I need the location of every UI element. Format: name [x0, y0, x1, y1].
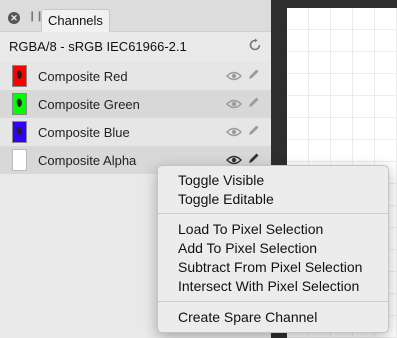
menu-item-load-to-pixel-selection[interactable]: Load To Pixel Selection — [178, 221, 323, 237]
channel-thumbnail — [12, 149, 27, 171]
pencil-icon[interactable] — [247, 68, 260, 81]
pencil-icon[interactable] — [247, 152, 260, 165]
channel-thumbnail — [12, 121, 27, 143]
channel-label: Composite Red — [38, 69, 128, 84]
eye-icon[interactable] — [226, 126, 242, 138]
channel-context-menu: Toggle Visible Toggle Editable Load To P… — [157, 165, 389, 333]
tab-channels[interactable]: Channels — [41, 9, 110, 32]
eye-icon[interactable] — [226, 70, 242, 82]
channel-thumbnail — [12, 93, 27, 115]
panel-header: ✕ ❙❙ Channels — [0, 0, 271, 32]
menu-item-intersect-with-pixel-selection[interactable]: Intersect With Pixel Selection — [178, 278, 359, 294]
menu-separator — [158, 301, 388, 302]
channel-label: Composite Blue — [38, 125, 130, 140]
menu-separator — [158, 213, 388, 214]
channel-row-red[interactable]: Composite Red — [0, 62, 271, 90]
pencil-icon[interactable] — [247, 124, 260, 137]
channel-thumbnail — [12, 65, 27, 87]
menu-item-create-spare-channel[interactable]: Create Spare Channel — [178, 309, 317, 325]
color-profile-label: RGBA/8 - sRGB IEC61966-2.1 — [9, 39, 187, 54]
menu-item-add-to-pixel-selection[interactable]: Add To Pixel Selection — [178, 240, 317, 256]
channel-label: Composite Alpha — [38, 153, 137, 168]
close-icon[interactable]: ✕ — [8, 12, 20, 24]
channel-label: Composite Green — [38, 97, 140, 112]
menu-item-toggle-editable[interactable]: Toggle Editable — [178, 191, 274, 207]
menu-item-toggle-visible[interactable]: Toggle Visible — [178, 172, 264, 188]
channel-row-blue[interactable]: Composite Blue — [0, 118, 271, 146]
channel-row-green[interactable]: Composite Green — [0, 90, 271, 118]
eye-icon[interactable] — [226, 98, 242, 110]
menu-item-subtract-from-pixel-selection[interactable]: Subtract From Pixel Selection — [178, 259, 362, 275]
pencil-icon[interactable] — [247, 96, 260, 109]
refresh-icon[interactable] — [248, 38, 262, 52]
